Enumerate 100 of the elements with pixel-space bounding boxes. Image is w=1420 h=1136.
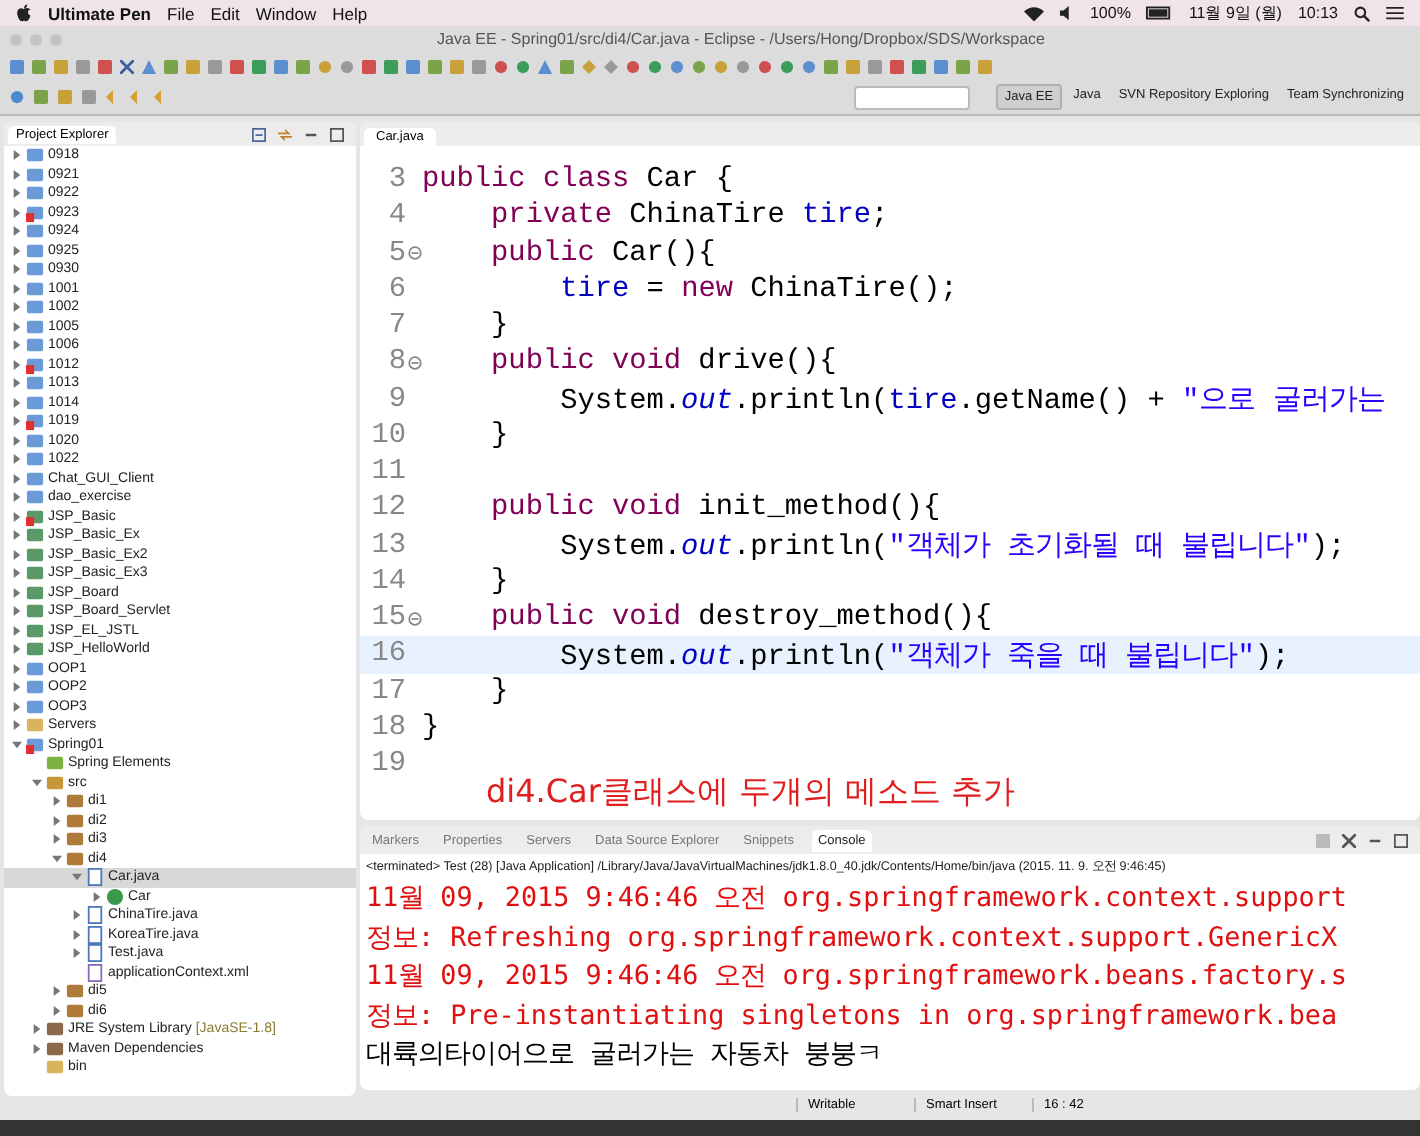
square-icon[interactable] [362,59,376,73]
expand-arrow-icon[interactable] [12,264,22,275]
expand-arrow-icon[interactable] [12,416,22,427]
expand-arrow-icon[interactable] [12,568,22,579]
expand-arrow-icon[interactable] [72,929,82,940]
expand-arrow-icon[interactable] [12,644,22,655]
maximize-icon[interactable] [1394,833,1408,848]
expand-arrow-icon[interactable] [52,815,62,826]
menu-item[interactable]: File [167,3,195,23]
circle-icon[interactable] [318,59,332,73]
menu-item[interactable]: Help [332,3,368,23]
expand-arrow-icon[interactable] [12,530,22,541]
square-icon[interactable] [32,59,46,73]
square-icon[interactable] [912,59,926,73]
expand-arrow-icon[interactable] [12,321,22,332]
fold-icon[interactable] [408,246,422,261]
square-icon[interactable] [934,59,948,73]
square-icon[interactable] [428,59,442,73]
app-menu[interactable]: Ultimate Pen [48,3,151,23]
circle-icon[interactable] [626,59,640,73]
square-icon[interactable] [560,59,574,73]
triangle-icon[interactable] [142,59,156,73]
menu-item[interactable]: Window [255,3,317,23]
expand-arrow-icon[interactable] [12,682,22,693]
menu-clock[interactable]: 10:13 [1297,4,1338,22]
expand-arrow-icon[interactable] [12,587,22,598]
expand-arrow-icon[interactable] [32,1024,42,1035]
fold-icon[interactable] [408,355,422,370]
remove-icon[interactable] [1342,833,1356,848]
expand-arrow-icon[interactable] [92,891,102,902]
collapse-arrow-icon[interactable] [52,853,62,864]
expand-arrow-icon[interactable] [12,397,22,408]
square-icon[interactable] [472,59,486,73]
expand-arrow-icon[interactable] [12,606,22,617]
circle-icon[interactable] [340,59,354,73]
circle-icon[interactable] [758,59,772,73]
circle-icon[interactable] [648,59,662,73]
square-icon[interactable] [296,59,310,73]
square-icon[interactable] [274,59,288,73]
expand-arrow-icon[interactable] [12,188,22,199]
square-icon[interactable] [890,59,904,73]
circle-icon[interactable] [780,59,794,73]
menu-item[interactable]: Edit [210,3,240,23]
square-icon[interactable] [164,59,178,73]
expand-arrow-icon[interactable] [52,986,62,997]
expand-arrow-icon[interactable] [12,283,22,294]
expand-arrow-icon[interactable] [52,796,62,807]
square-icon[interactable] [208,59,222,73]
square-icon[interactable] [956,59,970,73]
square-icon[interactable] [186,59,200,73]
search-icon[interactable] [1354,5,1370,21]
collapse-arrow-icon[interactable] [12,739,22,750]
square-icon[interactable] [824,59,838,73]
circle-icon[interactable] [692,59,706,73]
expand-arrow-icon[interactable] [12,302,22,313]
expand-arrow-icon[interactable] [12,169,22,180]
square-icon[interactable] [450,59,464,73]
circle-icon[interactable] [736,59,750,73]
expand-arrow-icon[interactable] [12,207,22,218]
circle-icon[interactable] [670,59,684,73]
circle-icon[interactable] [494,59,508,73]
expand-arrow-icon[interactable] [12,663,22,674]
apple-logo-icon[interactable] [16,3,32,23]
circle-icon[interactable] [714,59,728,73]
triangle-icon[interactable] [538,59,552,73]
expand-arrow-icon[interactable] [52,834,62,845]
collapse-arrow-icon[interactable] [72,872,82,883]
expand-arrow-icon[interactable] [12,625,22,636]
quick-access-field[interactable] [854,85,971,109]
cross-icon[interactable] [120,59,134,73]
maximize-icon[interactable] [330,127,344,141]
expand-arrow-icon[interactable] [12,511,22,522]
circle-icon[interactable] [516,59,530,73]
expand-arrow-icon[interactable] [72,910,82,921]
expand-arrow-icon[interactable] [12,720,22,731]
expand-arrow-icon[interactable] [12,359,22,370]
collapse-arrow-icon[interactable] [32,777,42,788]
square-icon[interactable] [868,59,882,73]
fold-icon[interactable] [408,611,422,626]
list-icon[interactable] [1386,6,1404,20]
expand-arrow-icon[interactable] [12,473,22,484]
menu-date[interactable]: 11월 9일 (월) [1188,2,1282,24]
square-icon[interactable] [846,59,860,73]
expand-arrow-icon[interactable] [12,435,22,446]
expand-arrow-icon[interactable] [12,378,22,389]
collapse-all-icon[interactable] [252,127,266,141]
expand-arrow-icon[interactable] [32,1043,42,1054]
expand-arrow-icon[interactable] [12,701,22,712]
circle-icon[interactable] [802,59,816,73]
wifi-icon[interactable] [1023,5,1044,21]
expand-arrow-icon[interactable] [12,492,22,503]
square-icon[interactable] [252,59,266,73]
expand-arrow-icon[interactable] [72,948,82,959]
square-icon[interactable] [76,59,90,73]
link-icon[interactable] [278,127,292,141]
expand-arrow-icon[interactable] [52,1005,62,1016]
square-icon[interactable] [98,59,112,73]
square-icon[interactable] [230,59,244,73]
square-icon[interactable] [384,59,398,73]
expand-arrow-icon[interactable] [12,150,22,161]
